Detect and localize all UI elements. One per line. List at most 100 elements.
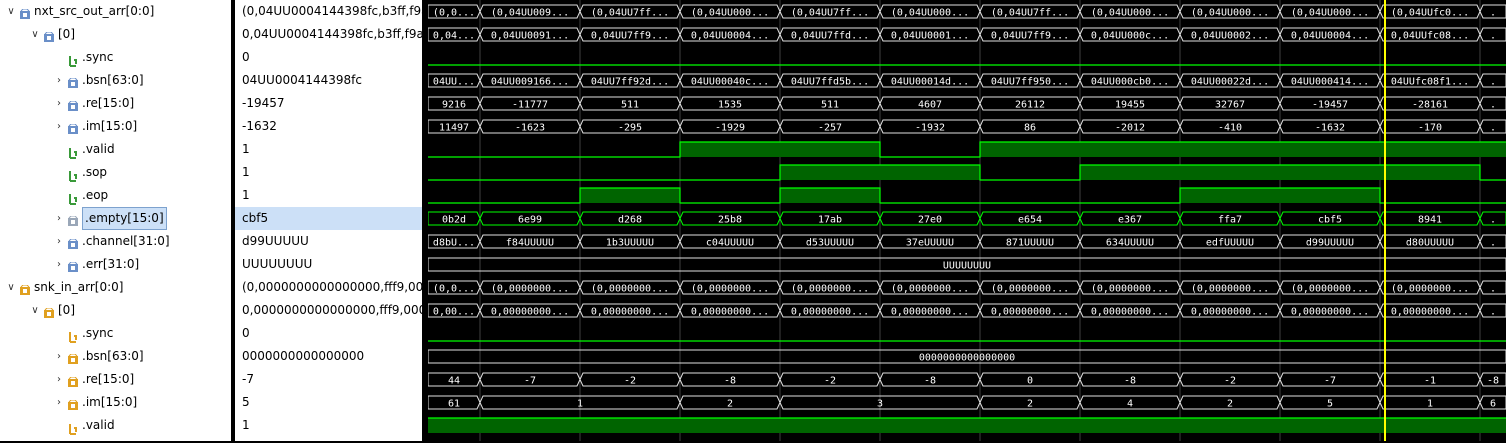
value-row[interactable]: 0000000000000000 [235,345,422,368]
value-row[interactable]: -1632 [235,115,422,138]
signal-row[interactable]: › .re[15:0] [0,368,231,391]
expand-chevron-icon[interactable]: › [54,391,64,414]
bus-segment-value: (0,0000000... [691,284,769,295]
expand-chevron-icon[interactable]: › [54,230,64,253]
value-row[interactable]: 0,0000000000000000,fff9,0005,1,0,0,0000,… [235,299,422,322]
collapse-chevron-icon[interactable]: ∨ [30,23,40,46]
collapse-chevron-icon[interactable]: ∨ [6,276,16,299]
signal-name: .channel[31:0] [82,234,170,248]
bus-segment-value: 0,04UUfc08... [1391,31,1469,42]
bus-segment-value: UUUUUUUU [943,261,991,272]
expand-chevron-icon[interactable]: › [54,368,64,391]
value-row[interactable]: 1 [235,161,422,184]
bit-signal-icon [67,190,78,205]
bus-segment-value: 0,04UU7ff9... [991,31,1069,42]
bus-signal-icon [67,75,78,88]
bus-signal-icon [67,374,78,387]
bus-segment-value: edfUUUUU [1206,238,1254,249]
collapse-chevron-icon[interactable]: ∨ [30,299,40,322]
bit-high-fill [980,142,1506,157]
bus-segment-value: d8bU... [433,238,475,249]
signal-row[interactable]: .sync [0,322,231,345]
bus-segment-value: 04UU009166... [491,77,569,88]
signal-name: .re[15:0] [82,96,135,110]
bus-segment-value: -2 [1224,376,1236,387]
bus-segment-value: 511 [621,100,639,111]
bus-segment-value: 6 [1490,399,1496,410]
bit-high-fill [680,142,880,157]
value-row[interactable]: 0 [235,46,422,69]
bus-segment-value: 511 [821,100,839,111]
signal-value: cbf5 [242,211,269,225]
signal-row[interactable]: › .bsn[63:0] [0,345,231,368]
bus-signal-icon [67,236,78,249]
expand-chevron-icon[interactable]: › [54,69,64,92]
value-row[interactable]: 0 [235,322,422,345]
value-row[interactable]: UUUUUUUU [235,253,422,276]
value-row[interactable]: 0,04UU0004144398fc,b3ff,f9a0,1,1,1,cbf5,… [235,23,422,46]
bus-segment-value: 0,00000000... [1391,307,1469,318]
signal-row[interactable]: › .channel[31:0] [0,230,231,253]
signal-row[interactable]: .valid [0,138,231,161]
waveform-canvas[interactable]: (0,0... (0,04UU009... (0,04UU7ff... (0,04UU… [428,0,1506,441]
bus-segment-value: (0,0000000... [991,284,1069,295]
signal-row[interactable]: ∨ snk_in_arr[0:0] [0,276,231,299]
expand-chevron-icon[interactable]: › [54,253,64,276]
bus-segment-value: . [1490,284,1496,295]
expand-chevron-icon[interactable]: › [54,92,64,115]
bit-signal-icon [67,52,78,67]
bus-segment-value: 0,04UU0002... [1191,31,1269,42]
bus-segment-value: 25b8 [718,215,742,226]
bus-segment-value: d80UUUUU [1406,238,1454,249]
bus-segment-value: 1 [577,399,583,410]
signal-value: -1632 [242,119,277,133]
bus-segment-value: -8 [1124,376,1136,387]
value-row[interactable]: cbf5 [235,207,422,230]
value-row[interactable]: (0,0000000000000000,fff9,0005,1,0,0,0000… [235,276,422,299]
bus-signal-icon [43,305,54,318]
signal-row[interactable]: .valid [0,414,231,437]
bus-segment-value: 1b3UUUUU [606,238,654,249]
value-row[interactable]: 5 [235,391,422,414]
bus-segment-value: 9216 [442,100,466,111]
signal-row[interactable]: › .empty[15:0] [0,207,231,230]
value-row[interactable]: 1 [235,414,422,437]
bus-segment-value: (0,0... [433,8,475,19]
signal-value: UUUUUUUU [242,257,313,271]
expand-chevron-icon[interactable]: › [54,115,64,138]
signal-row[interactable]: › .bsn[63:0] [0,69,231,92]
bus-segment-value: 04UU000cb0... [1091,77,1169,88]
signal-row[interactable]: › .re[15:0] [0,92,231,115]
signal-row[interactable]: ∨ nxt_src_out_arr[0:0] [0,0,231,23]
expand-chevron-icon[interactable]: › [54,345,64,368]
bus-segment-value: 26112 [1015,100,1045,111]
bus-segment-value: 8941 [1418,215,1442,226]
bus-segment-value: 04UU7ff92d... [591,77,669,88]
signal-row[interactable]: › .im[15:0] [0,115,231,138]
bus-segment-value: 2 [727,399,733,410]
bus-segment-value: -1932 [915,123,945,134]
value-row[interactable]: 1 [235,184,422,207]
value-row[interactable]: (0,04UU0004144398fc,b3ff,f9a0,1,1,1,cbf5… [235,0,422,23]
signal-row[interactable]: .eop [0,184,231,207]
value-row[interactable]: 1 [235,138,422,161]
value-row[interactable]: d99UUUUU [235,230,422,253]
bus-segment-value: f84UUUUU [506,238,554,249]
signal-row[interactable]: › .err[31:0] [0,253,231,276]
bus-segment-value: 19455 [1115,100,1145,111]
signal-row[interactable]: › .im[15:0] [0,391,231,414]
value-row[interactable]: -19457 [235,92,422,115]
value-row[interactable]: 04UU0004144398fc [235,69,422,92]
bit-signal-icon [67,144,78,159]
bus-segment-value: (0,0000000... [1391,284,1469,295]
bit-high-fill [580,188,680,203]
signal-row[interactable]: .sop [0,161,231,184]
signal-row[interactable]: ∨ [0] [0,23,231,46]
signal-row[interactable]: ∨ [0] [0,299,231,322]
collapse-chevron-icon[interactable]: ∨ [6,0,16,23]
signal-row[interactable]: .sync [0,46,231,69]
value-row[interactable]: -7 [235,368,422,391]
expand-chevron-icon[interactable]: › [54,207,64,230]
bus-segment-value: 04UU7ff950... [991,77,1069,88]
bus-segment-value: 4 [1127,399,1133,410]
